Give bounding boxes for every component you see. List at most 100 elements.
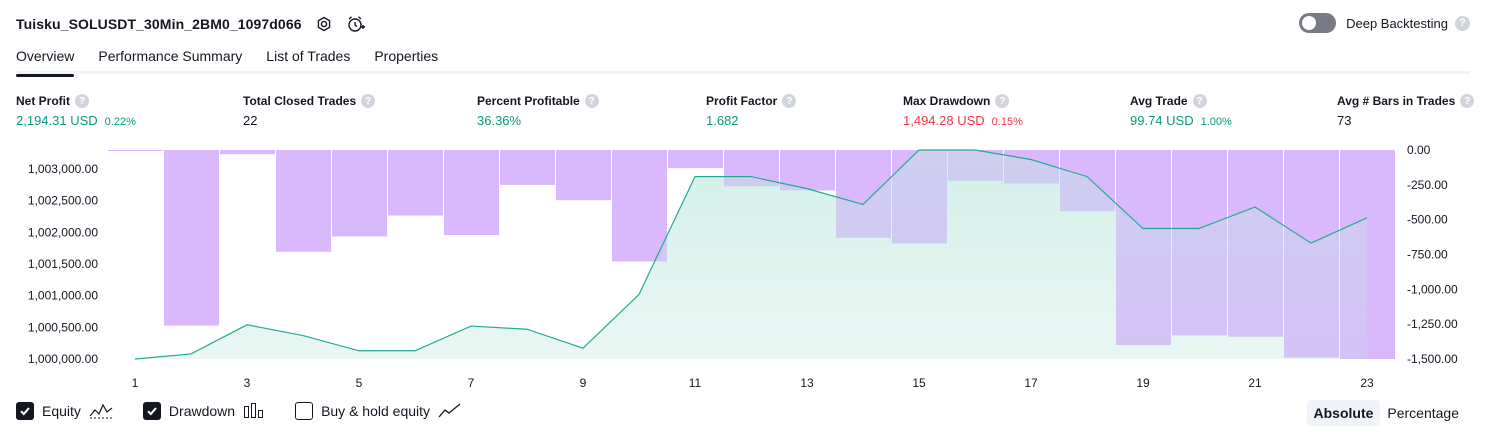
- drawdown-bar-overlay: [1228, 150, 1283, 337]
- tab-properties[interactable]: Properties: [374, 44, 438, 74]
- drawdown-bar-overlay: [948, 150, 1003, 181]
- metric-label: Avg # Bars in Trades: [1337, 94, 1456, 108]
- x-axis-tick-label: 9: [580, 376, 587, 390]
- metric-label: Net Profit: [16, 94, 70, 108]
- x-axis-tick-label: 5: [356, 376, 363, 390]
- legend-drawdown[interactable]: Drawdown: [142, 402, 265, 420]
- drawdown-bar-overlay: [444, 150, 499, 235]
- drawdown-bar-overlay: [836, 150, 891, 238]
- y-axis-right-tick-label: -500.00: [1407, 213, 1448, 227]
- metric-label: Profit Factor: [706, 94, 778, 108]
- equity-drawdown-chart: 1,000,000.00 1,000,500.00 1,001,000.00 1,00…: [28, 143, 1458, 390]
- tab-overview[interactable]: Overview: [16, 44, 75, 77]
- metric-value: 1,494.28 USD: [903, 113, 985, 128]
- metric-percent: 0.22%: [104, 116, 136, 128]
- deep-backtesting-label: Deep Backtesting: [1346, 15, 1448, 31]
- drawdown-bar-overlay: [892, 150, 947, 244]
- y-axis-left-tick-label: 1,002,000.00: [28, 225, 98, 239]
- absolute-button[interactable]: Absolute: [1306, 400, 1381, 426]
- help-icon[interactable]: ?: [361, 94, 376, 108]
- x-axis-tick-label: 17: [1024, 376, 1038, 390]
- metric-max-drawdown: Max Drawdown? 1,494.28 USD 0.15%: [903, 93, 1023, 128]
- drawdown-bar-overlay: [220, 150, 275, 155]
- metric-profit-factor: Profit Factor? 1.682: [706, 93, 797, 128]
- drawdown-bar-overlay: [612, 150, 667, 262]
- y-axis-left-tick-label: 1,002,500.00: [28, 194, 98, 208]
- metric-value: 2,194.31 USD: [16, 113, 98, 128]
- y-axis-right-tick-label: -1,000.00: [1407, 282, 1458, 296]
- drawdown-checkbox[interactable]: [142, 402, 161, 420]
- drawdown-bars-icon: [243, 402, 265, 420]
- metric-value: 99.74 USD: [1130, 113, 1194, 128]
- percentage-button[interactable]: Percentage: [1380, 400, 1466, 426]
- metric-value: 73: [1337, 113, 1352, 128]
- metric-avg-trade: Avg Trade? 99.74 USD 1.00%: [1130, 93, 1232, 128]
- tab-bar: Overview Performance Summary List of Tra…: [16, 44, 1470, 77]
- metric-value: 22: [243, 113, 258, 128]
- y-axis-left-tick-label: 1,001,000.00: [28, 289, 98, 303]
- y-axis-left-tick-label: 1,000,500.00: [28, 320, 98, 334]
- legend-equity[interactable]: Equity: [16, 402, 113, 420]
- metric-value: 36.36%: [477, 113, 522, 128]
- help-icon[interactable]: ?: [1460, 94, 1475, 108]
- drawdown-bar-overlay: [164, 150, 219, 326]
- drawdown-bar-overlay: [332, 150, 387, 237]
- metric-label: Percent Profitable: [477, 94, 580, 108]
- legend-equity-label: Equity: [42, 403, 81, 419]
- drawdown-bar-overlay: [668, 150, 723, 169]
- equity-checkbox[interactable]: [16, 402, 34, 420]
- deep-backtesting-toggle[interactable]: [1299, 13, 1337, 33]
- x-axis-tick-label: 1: [132, 376, 139, 390]
- legend-buy-hold[interactable]: Buy & hold equity: [295, 402, 462, 420]
- y-axis-left-tick-label: 1,000,000.00: [28, 352, 98, 366]
- help-icon[interactable]: ?: [1455, 15, 1470, 31]
- metric-label: Total Closed Trades: [243, 94, 357, 108]
- metric-label: Max Drawdown: [903, 94, 991, 108]
- drawdown-bar-overlay: [556, 150, 611, 201]
- x-axis-tick-label: 3: [244, 376, 251, 390]
- metric-percent: 0.15%: [991, 116, 1023, 128]
- x-axis-tick-label: 11: [689, 376, 702, 390]
- tab-performance-summary[interactable]: Performance Summary: [98, 44, 242, 74]
- metric-total-closed-trades: Total Closed Trades? 22: [243, 93, 376, 128]
- deep-backtesting: Deep Backtesting ?: [1299, 13, 1470, 33]
- x-axis-tick-label: 7: [468, 376, 475, 390]
- settings-icon[interactable]: [314, 14, 334, 34]
- drawdown-bar-overlay: [1060, 150, 1115, 212]
- help-icon[interactable]: ?: [995, 94, 1010, 108]
- drawdown-bar-overlay: [388, 150, 443, 216]
- drawdown-bar-overlay: [108, 150, 163, 151]
- chart-legend: Equity Drawdown Buy & hold equity: [16, 402, 492, 420]
- buy-hold-checkbox[interactable]: [295, 402, 314, 420]
- drawdown-bar-overlay: [500, 150, 555, 185]
- drawdown-bar-overlay: [1340, 150, 1395, 359]
- y-axis-right-tick-label: -1,250.00: [1407, 317, 1458, 331]
- x-axis-tick-label: 19: [1136, 376, 1150, 390]
- y-axis-left-tick-label: 1,001,500.00: [28, 257, 98, 271]
- y-axis-left-tick-label: 1,003,000.00: [28, 162, 98, 176]
- legend-drawdown-label: Drawdown: [168, 403, 236, 419]
- x-axis-tick-label: 21: [1248, 376, 1262, 390]
- y-axis-right-tick-label: 0.00: [1407, 143, 1431, 157]
- drawdown-bar-overlay: [1116, 150, 1171, 346]
- x-axis-tick-label: 13: [800, 376, 814, 390]
- drawdown-bar-overlay: [1004, 150, 1059, 184]
- x-axis-tick-label: 23: [1360, 376, 1374, 390]
- help-icon[interactable]: ?: [782, 94, 797, 108]
- tab-list-of-trades[interactable]: List of Trades: [266, 44, 350, 74]
- y-axis-right-tick-label: -750.00: [1407, 248, 1448, 262]
- help-icon[interactable]: ?: [584, 94, 599, 108]
- metric-percent-profitable: Percent Profitable? 36.36%: [477, 93, 599, 128]
- add-alert-icon[interactable]: [346, 14, 366, 34]
- strategy-title: Tuisku_SOLUSDT_30Min_2BM0_1097d066: [16, 16, 302, 32]
- help-icon[interactable]: ?: [75, 94, 89, 108]
- view-mode-switch: Absolute Percentage: [1306, 400, 1467, 426]
- metric-label: Avg Trade: [1130, 94, 1188, 108]
- strategy-header: Tuisku_SOLUSDT_30Min_2BM0_1097d066: [16, 12, 366, 36]
- y-axis-right-tick-label: -250.00: [1407, 178, 1448, 192]
- drawdown-bar-overlay: [1284, 150, 1339, 358]
- y-axis-right-tick-label: -1,500.00: [1407, 352, 1458, 366]
- help-icon[interactable]: ?: [1192, 94, 1207, 108]
- legend-buy-hold-label: Buy & hold equity: [321, 403, 431, 419]
- drawdown-bar-overlay: [1172, 150, 1227, 336]
